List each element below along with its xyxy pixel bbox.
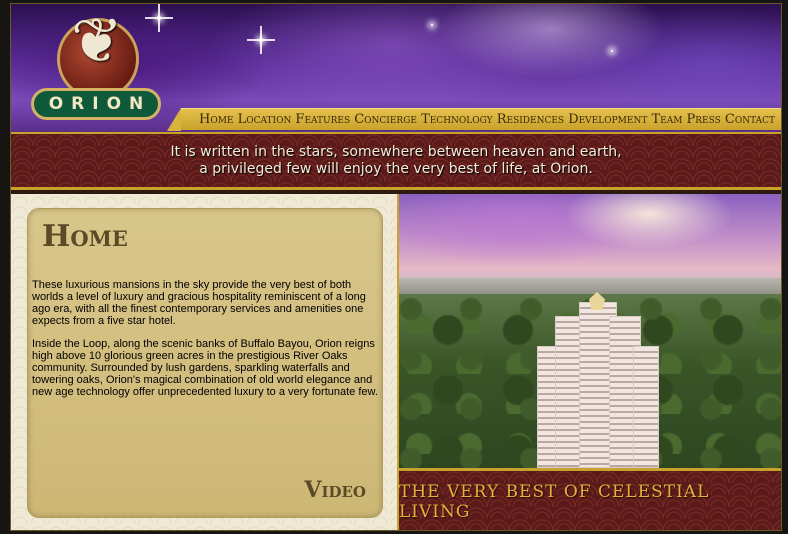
nav-contact[interactable]: Contact	[725, 112, 775, 127]
nav-features[interactable]: Features	[295, 112, 350, 127]
tagline-band: It is written in the stars, somewhere be…	[11, 132, 781, 190]
logo-text: ORION	[48, 94, 152, 114]
nav-residences[interactable]: Residences	[497, 112, 564, 127]
tower-photo	[397, 194, 781, 468]
nav-location[interactable]: Location	[238, 112, 292, 127]
banner-text: THE VERY BEST OF CELESTIAL LIVING	[399, 481, 710, 522]
content-panel: Home These luxurious mansions in the sky…	[11, 194, 397, 530]
tower-wing-right	[633, 346, 659, 468]
logo-plate: ORION	[31, 88, 161, 120]
header-starry-sky: ❦ ORION Home Location Features Concierge…	[11, 4, 781, 132]
nav-concierge[interactable]: Concierge	[354, 112, 417, 127]
paragraph-location: Inside the Loop, along the scenic banks …	[32, 338, 378, 398]
nav-press[interactable]: Press	[687, 112, 721, 127]
star-icon	[431, 24, 433, 26]
content-card: Home These luxurious mansions in the sky…	[27, 208, 383, 518]
paragraph-intro: These luxurious mansions in the sky prov…	[32, 279, 366, 327]
tagline-line-1: It is written in the stars, somewhere be…	[170, 143, 622, 160]
page-title: Home	[42, 219, 128, 254]
main-nav: Home Location Features Concierge Technol…	[167, 108, 781, 131]
tagline-line-2: a privileged few will enjoy the very bes…	[199, 160, 593, 177]
nav-home[interactable]: Home	[199, 112, 234, 127]
star-icon	[611, 50, 613, 52]
orion-logo[interactable]: ❦ ORION	[27, 8, 167, 126]
video-link[interactable]: Video	[304, 477, 366, 503]
celestial-banner: THE VERY BEST OF CELESTIAL LIVING	[397, 468, 781, 530]
star-icon	[247, 26, 275, 54]
nav-technology[interactable]: Technology	[421, 112, 493, 127]
nav-development-team[interactable]: Development Team	[568, 112, 682, 127]
content-body: These luxurious mansions in the sky prov…	[32, 279, 378, 409]
site-frame: ❦ ORION Home Location Features Concierge…	[10, 3, 782, 531]
orion-tower	[537, 292, 659, 468]
pegasus-icon: ❦	[71, 4, 123, 77]
